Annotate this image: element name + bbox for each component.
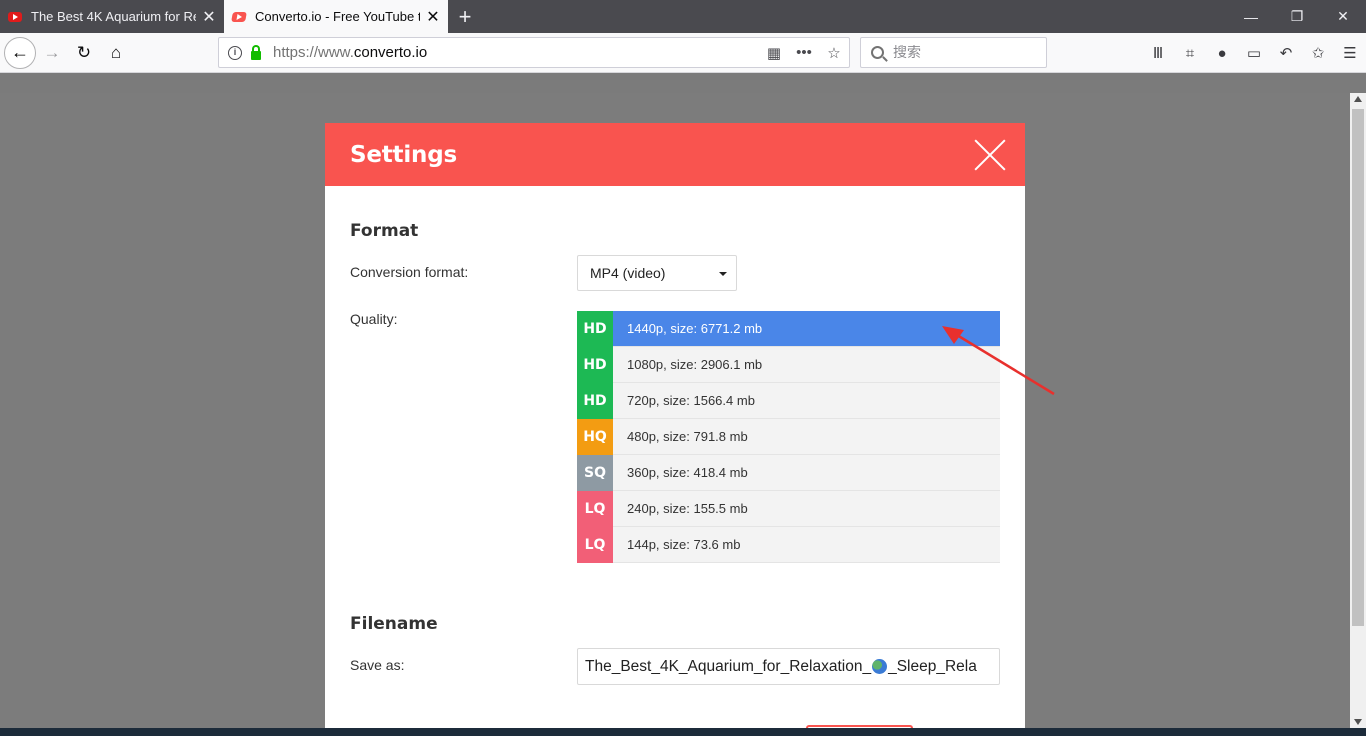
crop-icon[interactable]: ⌗ — [1174, 37, 1206, 69]
tab-converto[interactable]: Converto.io - Free YouTube t ✕ — [224, 0, 448, 33]
tab-youtube[interactable]: The Best 4K Aquarium for Re ✕ — [0, 0, 224, 33]
quality-badge: HQ — [577, 418, 613, 455]
url-text[interactable]: https://www.converto.io — [273, 44, 759, 61]
restore-icon[interactable]: ❐ — [1274, 0, 1320, 33]
quality-text: 240p, size: 155.5 mb — [627, 501, 748, 516]
minimize-icon[interactable]: — — [1228, 0, 1274, 33]
quality-text: 360p, size: 418.4 mb — [627, 465, 748, 480]
toolbar-icons: Ⅲ ⌗ ● ▭ ↶ ✩ ☰ — [1142, 37, 1366, 69]
forward-button[interactable]: → — [36, 37, 68, 69]
modal-title: Settings — [350, 141, 457, 168]
reload-button[interactable]: ↻ — [68, 37, 100, 69]
tab-title: Converto.io - Free YouTube t — [255, 9, 420, 24]
os-taskbar — [0, 728, 1366, 736]
quality-option[interactable]: LQ 144p, size: 73.6 mb — [577, 526, 1000, 563]
filename-heading: Filename — [350, 614, 438, 634]
filename-input[interactable]: The_Best_4K_Aquarium_for_Relaxation_ _Sle… — [577, 648, 1000, 685]
youtube-icon — [8, 11, 22, 22]
extension-star-icon[interactable]: ✩ — [1302, 37, 1334, 69]
search-icon — [871, 46, 884, 59]
sidebar-icon[interactable]: ▭ — [1238, 37, 1270, 69]
quality-option[interactable]: LQ 240p, size: 155.5 mb — [577, 490, 1000, 527]
search-input[interactable] — [893, 44, 1033, 61]
settings-modal: Settings Format Conversion format: MP4 (… — [325, 123, 1025, 728]
menu-icon[interactable]: ☰ — [1334, 37, 1366, 69]
page-scrollbar[interactable] — [1350, 93, 1366, 728]
quality-text: 1080p, size: 2906.1 mb — [627, 357, 763, 372]
format-heading: Format — [350, 221, 419, 241]
home-button[interactable]: ⌂ — [100, 37, 132, 69]
quality-badge: SQ — [577, 454, 613, 491]
quality-badge: HD — [577, 346, 613, 383]
arrow-head — [942, 326, 964, 344]
lock-icon — [251, 44, 261, 60]
arrow-shaft — [951, 330, 1055, 396]
scroll-down-icon[interactable] — [1354, 719, 1362, 725]
new-tab-button[interactable]: + — [448, 0, 482, 33]
more-actions-icon[interactable]: ••• — [789, 44, 819, 61]
qr-code-icon[interactable]: ▦ — [759, 44, 789, 62]
modal-header: Settings — [325, 123, 1025, 186]
page-overlay: Settings Format Conversion format: MP4 (… — [0, 93, 1350, 728]
quality-text: 144p, size: 73.6 mb — [627, 537, 741, 552]
quality-badge: LQ — [577, 526, 613, 563]
search-box[interactable] — [860, 37, 1047, 68]
close-tab-icon[interactable]: ✕ — [202, 7, 216, 27]
quality-badge: HD — [577, 382, 613, 419]
chevron-down-icon — [719, 272, 727, 276]
scroll-up-icon[interactable] — [1354, 96, 1362, 102]
scroll-thumb[interactable] — [1352, 109, 1364, 626]
save-as-label: Save as: — [350, 657, 405, 673]
window-controls: — ❐ ✕ — [1228, 0, 1366, 33]
info-icon[interactable]: i — [228, 45, 242, 60]
conversion-format-select[interactable]: MP4 (video) — [577, 255, 737, 291]
quality-text: 1440p, size: 6771.2 mb — [627, 321, 763, 336]
quality-text: 720p, size: 1566.4 mb — [627, 393, 755, 408]
quality-text: 480p, size: 791.8 mb — [627, 429, 748, 444]
url-bar[interactable]: i https://www.converto.io ▦ ••• ☆ — [218, 37, 850, 68]
bookmark-star-icon[interactable]: ☆ — [819, 44, 849, 62]
quality-badge: HD — [577, 310, 613, 347]
tab-bar: The Best 4K Aquarium for Re ✕ Converto.i… — [0, 0, 1366, 33]
library-icon[interactable]: Ⅲ — [1142, 37, 1174, 69]
conversion-format-label: Conversion format: — [350, 264, 469, 280]
quality-option[interactable]: HQ 480p, size: 791.8 mb — [577, 418, 1000, 455]
quality-label: Quality: — [350, 311, 398, 327]
close-window-icon[interactable]: ✕ — [1320, 0, 1366, 33]
back-button[interactable]: ← — [4, 36, 36, 69]
close-tab-icon[interactable]: ✕ — [426, 7, 440, 27]
close-icon[interactable] — [975, 140, 1005, 170]
quality-option[interactable]: SQ 360p, size: 418.4 mb — [577, 454, 1000, 491]
annotation-arrow — [942, 326, 1055, 396]
tab-title: The Best 4K Aquarium for Re — [31, 9, 196, 24]
navigation-bar: ← → ↻ ⌂ i https://www.converto.io ▦ ••• … — [0, 33, 1366, 73]
undo-icon[interactable]: ↶ — [1270, 37, 1302, 69]
converto-icon — [231, 11, 247, 22]
globe-emoji-icon — [872, 659, 888, 674]
chat-icon[interactable]: ● — [1206, 37, 1238, 69]
quality-badge: LQ — [577, 490, 613, 527]
conversion-format-value: MP4 (video) — [590, 265, 666, 281]
